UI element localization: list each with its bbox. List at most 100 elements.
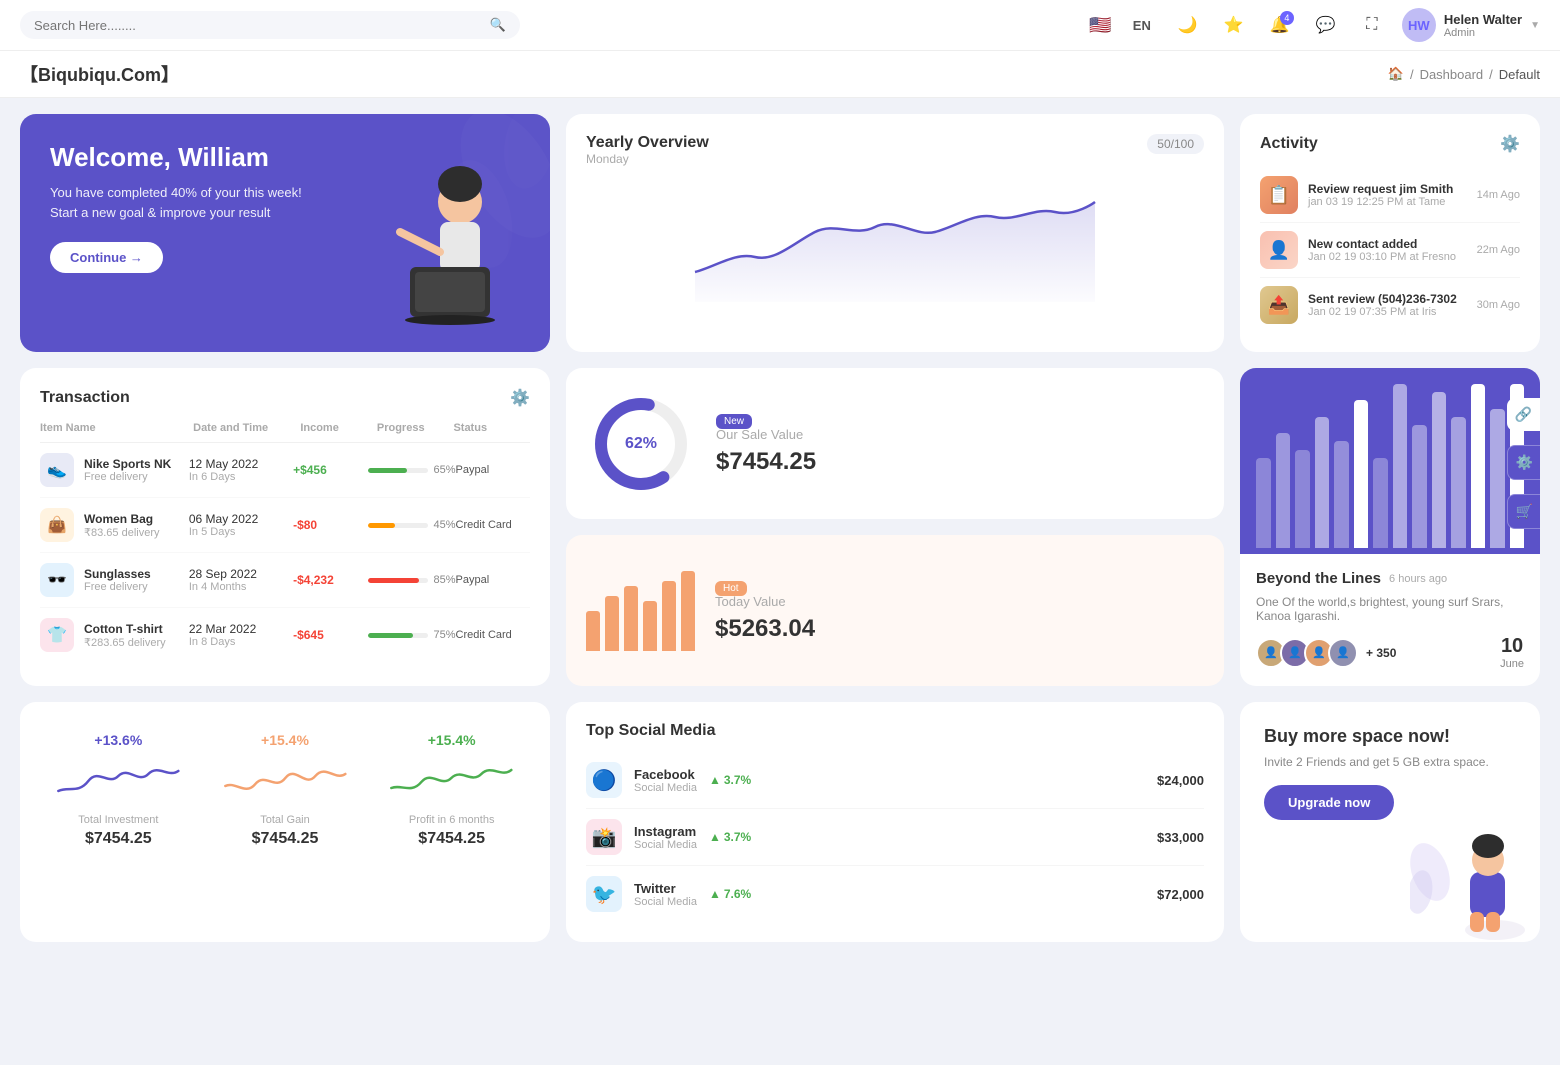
item-icon-3: 👕: [40, 618, 74, 652]
progress-cell-0: 65%: [368, 464, 456, 476]
upgrade-title: Buy more space now!: [1264, 726, 1516, 747]
search-box[interactable]: 🔍: [20, 11, 520, 39]
user-info[interactable]: HW Helen Walter Admin ▼: [1402, 8, 1540, 42]
status-cell-0: Paypal: [456, 464, 530, 476]
plus-count: + 350: [1366, 646, 1396, 660]
item-name-2: Sunglasses: [84, 567, 151, 581]
status-cell-2: Paypal: [456, 574, 530, 586]
transaction-settings-icon[interactable]: ⚙️: [510, 388, 530, 408]
chevron-down-icon: ▼: [1530, 20, 1540, 31]
notification-badge: 4: [1280, 11, 1294, 25]
sparkline-0: [50, 756, 187, 806]
table-row-1: 👜 Women Bag ₹83.65 delivery 06 May 2022 …: [40, 498, 530, 553]
social-item-0: 🔵 Facebook Social Media ▲ 3.7% $24,000: [586, 752, 1204, 809]
chat-button[interactable]: 💬: [1310, 9, 1342, 41]
stat-value-0: $7454.25: [85, 830, 152, 848]
item-cell-3: 👕 Cotton T-shirt ₹283.65 delivery: [40, 618, 189, 652]
social-sub-2: Social Media: [634, 896, 697, 908]
upgrade-content: Buy more space now! Invite 2 Friends and…: [1264, 726, 1516, 820]
home-icon[interactable]: 🏠: [1388, 66, 1404, 82]
breadcrumb-dashboard[interactable]: Dashboard: [1420, 67, 1484, 82]
stat-item-1: +15.4% Total Gain $7454.25: [207, 722, 364, 922]
social-amount-0: $24,000: [1157, 773, 1204, 788]
notification-button[interactable]: 🔔 4: [1264, 9, 1296, 41]
top-navigation: 🔍 🇺🇸 EN 🌙 ⭐ 🔔 4 💬 ⛶ HW Helen Walter Admi…: [0, 0, 1560, 51]
activity-sub-2: Jan 02 19 07:35 PM at Iris: [1308, 306, 1467, 318]
col-progress: Progress: [377, 422, 454, 434]
social-icon-ig: 📸: [586, 819, 622, 855]
yearly-subtitle: Monday: [586, 152, 709, 166]
donut-label: 62%: [625, 435, 657, 453]
dark-mode-button[interactable]: 🌙: [1172, 9, 1204, 41]
social-title: Top Social Media: [586, 722, 1204, 740]
nav-icons: 🇺🇸 EN 🌙 ⭐ 🔔 4 💬 ⛶ HW Helen Walter Admin …: [1089, 8, 1540, 42]
donut-chart: 62%: [586, 389, 696, 499]
activity-time-0: 14m Ago: [1477, 189, 1520, 201]
middle-col-cards: 62% New Our Sale Value $7454.25: [566, 368, 1224, 686]
social-name-1: Instagram: [634, 824, 697, 839]
social-growth-1: ▲ 3.7%: [709, 830, 751, 844]
bar-c-1: [1276, 433, 1291, 548]
activity-time-2: 30m Ago: [1477, 299, 1520, 311]
social-icon-fb: 🔵: [586, 762, 622, 798]
bar-c-11: [1471, 384, 1486, 548]
col-date: Date and Time: [193, 422, 300, 434]
activity-sub-1: Jan 02 19 03:10 PM at Fresno: [1308, 251, 1467, 263]
stat-value-1: $7454.25: [252, 830, 319, 848]
chart-action-0[interactable]: 🔗: [1507, 398, 1540, 431]
activity-thumb-2: 📤: [1260, 286, 1298, 324]
social-amount-2: $72,000: [1157, 887, 1204, 902]
yearly-title: Yearly Overview: [586, 134, 709, 152]
welcome-card: Welcome, William You have completed 40% …: [20, 114, 550, 352]
social-item-2: 🐦 Twitter Social Media ▲ 7.6% $72,000: [586, 866, 1204, 922]
lang-button[interactable]: EN: [1126, 9, 1158, 41]
upgrade-card: Buy more space now! Invite 2 Friends and…: [1240, 702, 1540, 942]
stat-percent-2: +15.4%: [428, 732, 476, 748]
activity-time-1: 22m Ago: [1477, 244, 1520, 256]
stat-item-0: +13.6% Total Investment $7454.25: [40, 722, 197, 922]
social-growth-2: ▲ 7.6%: [709, 887, 751, 901]
chart-action-1[interactable]: ⚙️: [1507, 445, 1540, 480]
welcome-subtitle: You have completed 40% of your this week…: [50, 183, 332, 222]
activity-item-1: 👤 New contact added Jan 02 19 03:10 PM a…: [1260, 223, 1520, 278]
breadcrumb-bar: 【Biqubiqu.Com】 🏠 / Dashboard / Default: [0, 51, 1560, 98]
activity-settings-icon[interactable]: ⚙️: [1500, 134, 1520, 154]
sale-info: New Our Sale Value $7454.25: [716, 412, 1204, 476]
progress-cell-1: 45%: [368, 519, 456, 531]
chart-action-2[interactable]: 🛒: [1507, 494, 1540, 529]
yearly-header: Yearly Overview Monday 50/100: [586, 134, 1204, 176]
item-icon-0: 👟: [40, 453, 74, 487]
col-item-name: Item Name: [40, 422, 193, 434]
bar-chart-bars: [1256, 384, 1524, 554]
social-info-0: Facebook Social Media: [634, 767, 697, 794]
upgrade-button[interactable]: Upgrade now: [1264, 785, 1394, 820]
income-cell-0: +$456: [293, 463, 367, 477]
social-info-2: Twitter Social Media: [634, 881, 697, 908]
avatars-row: 👤 👤 👤 👤 + 350: [1256, 638, 1396, 668]
avatar-3: 👤: [1328, 638, 1358, 668]
today-value-card: Hot Today Value $5263.04: [566, 535, 1224, 686]
search-input[interactable]: [34, 18, 482, 33]
activity-title: Activity: [1260, 135, 1318, 153]
social-item-1: 📸 Instagram Social Media ▲ 3.7% $33,000: [586, 809, 1204, 866]
status-cell-1: Credit Card: [456, 519, 530, 531]
date-cell-2: 28 Sep 2022 In 4 Months: [189, 567, 293, 593]
date-badge: 10 June: [1500, 635, 1524, 670]
progress-cell-3: 75%: [368, 629, 456, 641]
activity-content-2: Sent review (504)236-7302 Jan 02 19 07:3…: [1308, 292, 1467, 318]
activity-thumb-0: 📋: [1260, 176, 1298, 214]
fullscreen-button[interactable]: ⛶: [1356, 9, 1388, 41]
yearly-chart: [586, 182, 1204, 302]
bar-c-10: [1451, 417, 1466, 548]
sparkline-1: [217, 756, 354, 806]
hot-badge: Hot: [715, 581, 747, 596]
today-info: Hot Today Value $5263.04: [715, 579, 1204, 643]
item-sub-2: Free delivery: [84, 581, 151, 593]
stat-item-2: +15.4% Profit in 6 months $7454.25: [373, 722, 530, 922]
welcome-illustration: [350, 162, 530, 352]
star-button[interactable]: ⭐: [1218, 9, 1250, 41]
beyond-section: Beyond the Lines 6 hours ago One Of the …: [1240, 554, 1540, 686]
continue-button[interactable]: Continue →: [50, 242, 163, 273]
item-icon-1: 👜: [40, 508, 74, 542]
bar-c-4: [1334, 441, 1349, 548]
